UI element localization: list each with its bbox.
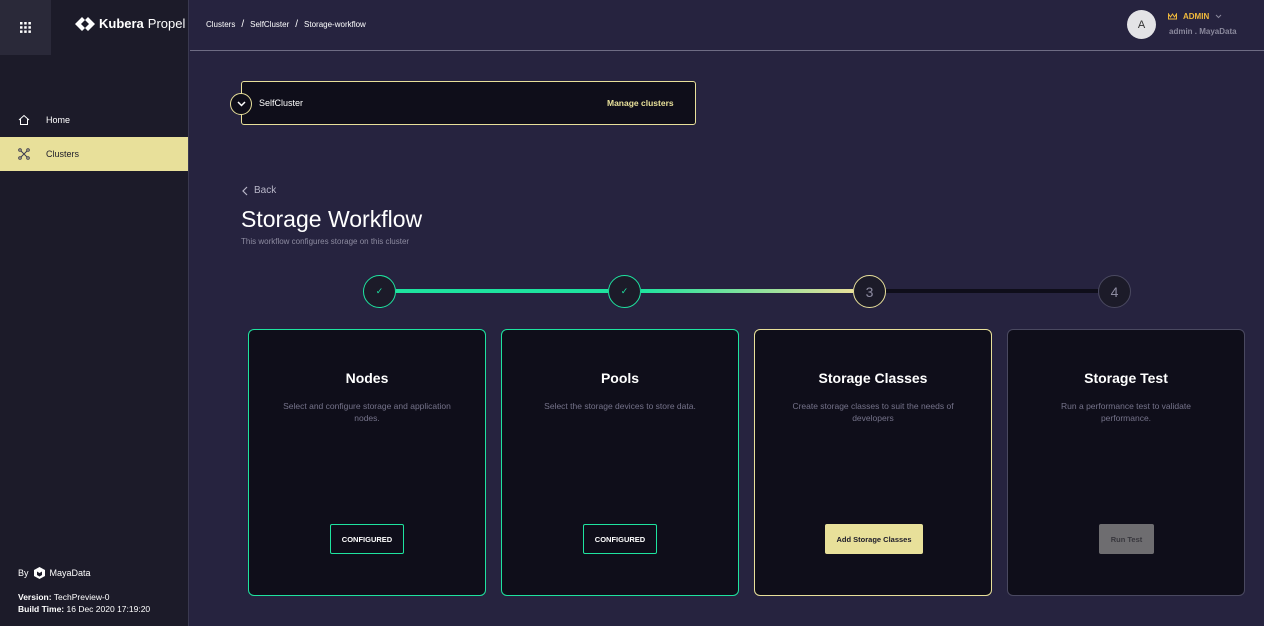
card-title: Storage Classes (818, 370, 928, 386)
nodes-configured-button[interactable]: CONFIGURED (330, 524, 404, 554)
breadcrumb-clusters[interactable]: Clusters (206, 20, 235, 29)
page-subtitle: This workflow configures storage on this… (241, 237, 410, 246)
card-description: Run a performance test to validate perfo… (1061, 401, 1191, 423)
card-nodes: Nodes Select and configure storage and a… (248, 329, 486, 596)
page-title: Storage Workflow (241, 206, 423, 232)
step-number: 3 (865, 283, 874, 300)
chevron-down-icon (1215, 14, 1222, 19)
version-info: Version: TechPreview-0 Build Time: 16 De… (18, 591, 150, 615)
sidebar-item-label: Clusters (46, 149, 80, 159)
breadcrumb-storage-workflow: Storage-workflow (304, 20, 366, 29)
user-name: admin . MayaData (1169, 27, 1237, 36)
chevron-down-icon (236, 101, 246, 107)
card-pools: Pools Select the storage devices to stor… (501, 329, 739, 596)
back-link[interactable]: Back (242, 185, 276, 196)
home-icon (18, 114, 30, 125)
step-check-icon: ✓ (620, 286, 629, 296)
avatar[interactable]: A (1127, 10, 1156, 39)
card-title: Pools (600, 370, 640, 386)
stepper-connector-done (396, 289, 608, 293)
back-label: Back (254, 185, 277, 196)
mayadata-logo-icon (33, 567, 45, 579)
run-test-button[interactable]: Run Test (1099, 524, 1154, 554)
sidebar-item-clusters[interactable]: Clusters (0, 137, 188, 171)
breadcrumb-separator: / (295, 19, 299, 30)
step-4: 4 (1098, 275, 1131, 308)
sidebar: Kubera Propel Home Clusters By MayaData V… (0, 0, 189, 626)
build-value: 16 Dec 2020 17:19:20 (66, 604, 151, 614)
step-1: ✓ (363, 275, 396, 308)
build-label: Build Time: (18, 604, 65, 614)
stepper-connector-progress (641, 289, 853, 293)
card-description: Select the storage devices to store data… (544, 401, 696, 411)
breadcrumb-separator: / (241, 19, 245, 30)
brand-name-bold: Kubera (99, 16, 144, 31)
top-header: Clusters / SelfCluster / Storage-workflo… (190, 0, 1264, 51)
manage-clusters-link[interactable]: Manage clusters (607, 98, 674, 108)
selected-cluster: SelfCluster (259, 98, 304, 108)
sidebar-item-label: Home (46, 115, 71, 125)
step-number: 4 (1110, 283, 1119, 300)
grid-icon (20, 22, 31, 33)
chevron-left-icon (242, 186, 248, 195)
card-title: Storage Test (1084, 370, 1168, 386)
sidebar-item-home[interactable]: Home (0, 103, 188, 137)
card-description: Select and configure storage and applica… (283, 401, 451, 423)
brand-logo[interactable]: Kubera Propel (75, 16, 185, 31)
card-description: Create storage classes to suit the needs… (792, 401, 954, 423)
app-grid-button[interactable] (0, 0, 51, 55)
user-role: ADMIN (1183, 12, 1210, 21)
step-2: ✓ (608, 275, 641, 308)
version-label: Version: (18, 592, 52, 602)
by-brand: MayaData (49, 568, 91, 578)
card-storage-test: Storage Test Run a performance test to v… (1007, 329, 1245, 596)
breadcrumb-selfcluster[interactable]: SelfCluster (250, 20, 289, 29)
crown-icon (1168, 13, 1177, 20)
by-mayadata: By MayaData (18, 567, 91, 579)
card-storage-classes: Storage Classes Create storage classes t… (754, 329, 992, 596)
cluster-dropdown-button[interactable] (230, 93, 252, 115)
user-role-menu[interactable]: ADMIN (1168, 12, 1222, 21)
step-3: 3 (853, 275, 886, 308)
breadcrumb: Clusters / SelfCluster / Storage-workflo… (206, 19, 366, 30)
stepper-connector-todo (886, 289, 1098, 293)
by-label: By (18, 568, 29, 578)
card-title: Nodes (345, 370, 389, 386)
add-storage-classes-button[interactable]: Add Storage Classes (825, 524, 923, 554)
kubera-logo-icon (75, 16, 95, 31)
brand-name-light: Propel (147, 16, 186, 31)
clusters-icon (18, 148, 30, 160)
pools-configured-button[interactable]: CONFIGURED (583, 524, 657, 554)
step-check-icon: ✓ (375, 286, 384, 296)
version-value: TechPreview-0 (53, 592, 110, 602)
